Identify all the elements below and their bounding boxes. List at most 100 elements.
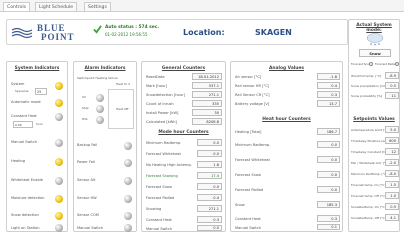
counter-value: 18-01-2012 [192,73,222,80]
setpoint-value[interactable]: 600 [385,137,399,144]
counter-label: ResetDate [146,75,165,79]
tab-controls[interactable]: Controls [3,2,30,11]
mode-counter-value: 0.4 [197,194,222,201]
heat-counter-label: Heating [Total] [235,130,262,134]
power-fail-label: Power Fail [77,160,95,164]
constant-heat-label: Constant Heat [11,114,37,118]
location-label: Location: [183,28,225,37]
whiteheat-indicator-icon [55,177,63,185]
forecast-row-label: Snow precipitation [mm] [351,84,389,88]
system-mode-dropdown[interactable]: Snow [359,49,391,57]
alarm-row-indicator-icon [96,116,104,124]
heat-sr-label: Heat Sr 2 [116,82,131,86]
manual-switch-label: Manual Switch [11,140,38,144]
moisture-label: Moisture detection [11,196,45,200]
forecast-snow-radio[interactable] [369,62,373,66]
tab-settings[interactable]: Settings [84,2,111,11]
panel-title: System Indicators [14,66,60,71]
manual-switch-alarm-label: Manual Switch [77,226,104,230]
sensor-alt-indicator-icon [124,177,132,185]
actual-system-mode-panel: Actual System mode: Snow Forecast Snow F… [348,19,400,232]
setpoint-value[interactable]: 1.0 [385,192,399,199]
setpoints-title: Setpoints Values [353,117,395,122]
analog-value: 0.3 [317,91,340,98]
heat-hour-counters-title: Heat hour Counters [262,117,311,122]
header-bar: BLUE POINT Auto status : 574 sec. 01-02-… [6,19,348,45]
setpoint-label: Min / Whiteheat Actr [°C] [351,161,389,165]
light-label: Light on Station [11,226,40,230]
analog-values-panel: Analog Values Air sensor [°C] -1.8 Rail … [230,61,343,232]
setpoint-label: SnowRadtemp. On [°C] [351,205,386,209]
bluepoint-logo-icon [11,27,33,39]
mode-counter-value: 1.6 [197,161,222,168]
heating-label: Heating [11,159,26,163]
heat-counter-label: Snow [235,203,245,207]
mode-counter-value: 0.0 [197,225,222,231]
setpoint-value[interactable]: 4.1 [385,214,399,221]
analog-label: Rail Sensor CR [°C] [235,93,270,97]
auto-status-text: Auto status : 574 sec. [105,25,160,30]
backup-fail-indicator-icon [124,142,132,150]
mode-hour-counters-title: Mode hour Counters [158,130,209,135]
heat-off-label: Heat Off [116,107,129,111]
heat-counter-label: Forecast Padled [235,188,264,192]
mode-counter-label: Forecast Snow [146,185,173,189]
analog-label: Air sensor [°C] [235,75,262,79]
constant-heat-setpoint[interactable]: 0.00 [13,121,33,128]
setpoint-value[interactable]: 12 [385,148,399,155]
alarm-row-label: Ship [82,106,89,110]
panel-title: Alarm Indicators [84,66,126,71]
system-indicator-icon [55,82,63,90]
mode-counter-label: Forecast Padled [146,196,175,200]
analog-label: Battery voltage [V] [235,102,270,106]
analog-value: 0.4 [317,82,340,89]
counter-value: 271.1 [192,91,222,98]
mode-counter-value: 0.0 [197,139,222,146]
heat-counter-label: Forecast Snow [235,173,262,177]
sensor-alt-label: Sensor Alt [77,178,96,182]
forecast-pasted-radio[interactable] [395,62,399,66]
heat-counter-value: 0.3 [317,215,340,222]
datetime-text: 01-02-2012 19:56:55 [105,32,148,37]
setpoint-value[interactable]: 1.5 [385,181,399,188]
setpoint-value[interactable]: 5.0 [385,126,399,133]
switchpoint-caption: Switchpoint Heating failure [77,76,118,80]
forecast-row-value: 11 [385,92,399,99]
mode-counter-label: Constant Heat [146,218,172,222]
setpoint-label: Minimum RadTemp. [°C] [351,172,388,176]
setpoint-value[interactable]: -8.0 [385,170,399,177]
counter-label: Mark [hour] [146,84,168,88]
sensor-hw-label: Sensor HW [77,196,97,200]
heat-counter-value: 185.3 [317,201,340,208]
light-indicator-icon [55,224,63,232]
counter-value: 335 [192,100,222,107]
forecast-row-label: Windchill temp. [°C] [351,74,382,78]
mode-counter-label: Manual Switch [146,227,173,231]
heat-off-box: Heat Off [108,89,134,129]
logo-text-point: POINT [41,32,75,42]
mode-counter-label: Minimum Radtemp. [146,141,182,145]
counter-value: 8208.8 [192,118,222,125]
setpoint-value[interactable]: 0.5 [385,203,399,210]
sysvalue-field[interactable]: 25 [35,88,47,95]
mode-counter-value: 17.4 [197,172,222,179]
constant-heat-unit: hour [36,122,43,126]
heat-counter-value: 0.0 [317,186,340,193]
sensor-hw-indicator-icon [124,195,132,203]
heat-counter-label: Manual Switch [235,226,262,230]
tab-light-schedule[interactable]: Light Schedule [35,2,78,11]
alarm-row-label: SV [82,95,86,99]
system-label: System [11,82,25,86]
setpoint-value[interactable]: -2.0 [385,159,399,166]
check-icon [93,25,102,34]
alarm-row-label: Hilk [82,117,88,121]
power-fail-indicator-icon [124,159,132,167]
tab-bar: Controls Light Schedule Settings [0,0,404,12]
automatic-indicator-icon [55,99,63,107]
counter-label: Count of Inrush [146,102,174,106]
forecast-row-value: -8.9 [385,72,399,79]
counter-label: Install Power [kW] [146,111,179,115]
heat-counter-value: 0.0 [317,141,340,148]
mode-counter-label: Snowing [146,207,162,211]
manual-switch-indicator-icon [55,139,63,147]
